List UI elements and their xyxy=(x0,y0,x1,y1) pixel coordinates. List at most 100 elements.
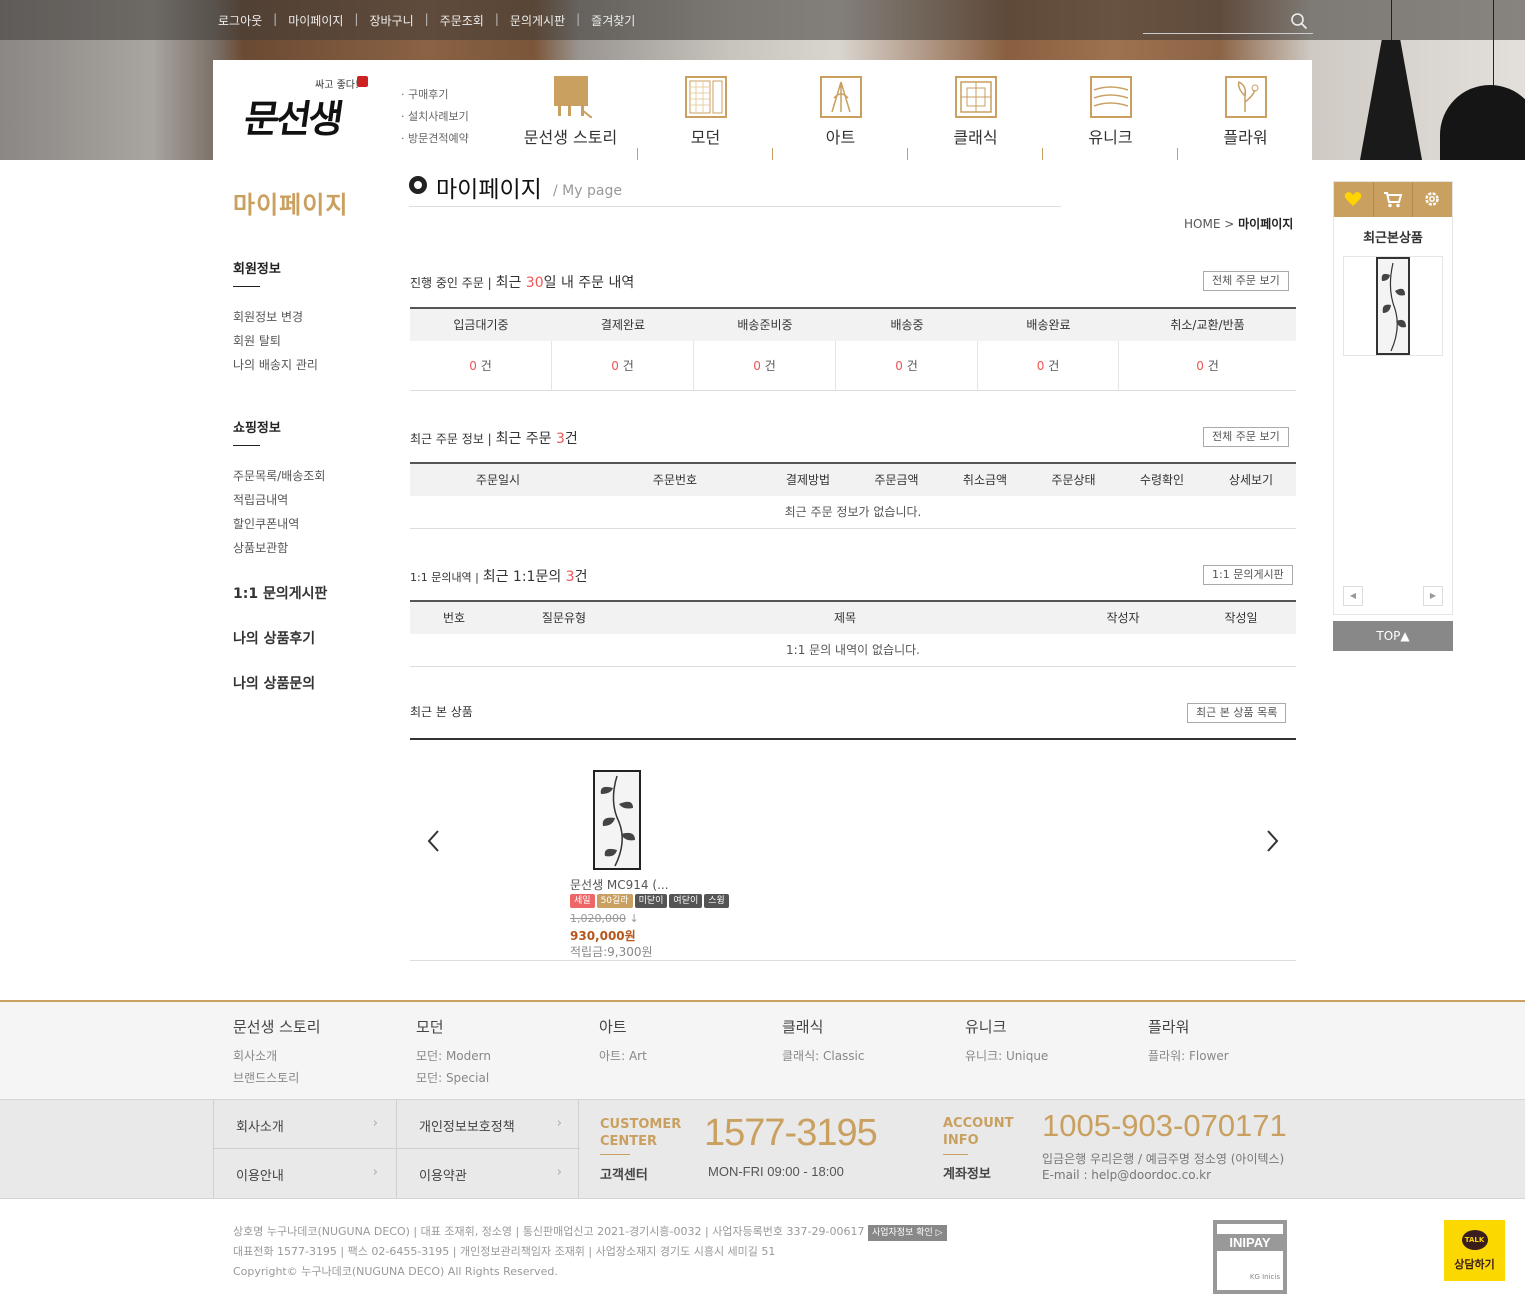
mypage-link[interactable]: 마이페이지 xyxy=(277,12,354,29)
sale-price: 930,000원 xyxy=(570,929,636,943)
count-cell[interactable]: 0 건 xyxy=(836,341,978,390)
category-label: 유니크 xyxy=(1088,128,1133,147)
site-logo[interactable]: 싸고 좋다! 문선생 xyxy=(241,74,370,144)
category-flower[interactable]: 플라워 xyxy=(1178,60,1313,160)
product-name[interactable]: 문선생 MC914 (... xyxy=(570,876,669,893)
search-icon[interactable] xyxy=(1290,12,1308,30)
text: 건 xyxy=(564,431,578,447)
view-all-orders-button[interactable]: 전체 주문 보기 xyxy=(1203,271,1289,291)
slider-next-icon[interactable] xyxy=(1262,828,1282,854)
account-number: 1005-903-070171 xyxy=(1042,1108,1287,1143)
wishlist-tab[interactable] xyxy=(1334,182,1374,217)
shop-section: 쇼핑정보 주문목록/배송조회 적립금내역 할인쿠폰내역 상품보관함 xyxy=(233,417,383,560)
footer-link[interactable]: 브랜드스토리 xyxy=(233,1067,321,1089)
company-text: 상호명 누구나데코(NUGUNA DECO) | 대표 조재휘, 정소영 | 통… xyxy=(233,1225,865,1238)
scroll-top-button[interactable]: TOP▲ xyxy=(1333,621,1453,651)
coupon-link[interactable]: 할인쿠폰내역 xyxy=(233,512,383,536)
footer-col-title[interactable]: 아트 xyxy=(599,1016,647,1037)
bookmark-link[interactable]: 즐겨찾기 xyxy=(580,12,646,29)
footer-link[interactable]: 플라워: Flower xyxy=(1148,1045,1229,1067)
footer-terms-link[interactable]: 이용약관 › xyxy=(397,1149,580,1198)
footer-privacy-link[interactable]: 개인정보보호정책 › xyxy=(397,1100,580,1149)
phone-number: 1577-3195 xyxy=(704,1112,878,1154)
footer-link[interactable]: 유니크: Unique xyxy=(965,1045,1048,1067)
inquiry-board-button[interactable]: 1:1 문의게시판 xyxy=(1203,565,1293,585)
col-header: 배송완료 xyxy=(1026,318,1071,332)
footer-col-title[interactable]: 클래식 xyxy=(782,1016,864,1037)
visit-estimate-link[interactable]: · 방문견적예약 xyxy=(401,128,469,150)
footer-link[interactable]: 회사소개 xyxy=(233,1045,321,1067)
category-classic[interactable]: 클래식 xyxy=(908,60,1043,160)
review-link[interactable]: · 구매후기 xyxy=(401,84,469,106)
breadcrumb-home[interactable]: HOME xyxy=(1184,217,1220,231)
days-count: 30 xyxy=(525,275,544,291)
address-manage-link[interactable]: 나의 배송지 관리 xyxy=(233,353,383,377)
search-input[interactable] xyxy=(1143,33,1313,34)
count-cell[interactable]: 0 건 xyxy=(410,341,552,390)
footer-guide-link[interactable]: 이용안내 › xyxy=(214,1149,397,1198)
category-story[interactable]: 문선생 스토리 xyxy=(503,60,638,160)
kakao-chat-button[interactable]: TALK 상담하기 xyxy=(1444,1220,1505,1281)
business-info-button[interactable]: 사업자정보 확인 ▷ xyxy=(867,1225,947,1241)
price-old-row: 1,020,000 ↓ xyxy=(570,912,639,925)
footer-link[interactable]: 모던: Modern xyxy=(416,1045,491,1067)
viewed-list-button[interactable]: 최근 본 상품 목록 xyxy=(1187,703,1287,723)
section-label: 1:1 문의내역 | xyxy=(410,571,479,584)
count-cell[interactable]: 0 건 xyxy=(1119,341,1296,390)
points-link[interactable]: 적립금내역 xyxy=(233,488,383,512)
install-cases-link[interactable]: · 설치사례보기 xyxy=(401,106,469,128)
footer-col-title[interactable]: 모던 xyxy=(416,1016,491,1037)
inquiry-board-sidebar-link[interactable]: 1:1 문의게시판 xyxy=(233,572,383,617)
my-product-questions-link[interactable]: 나의 상품문의 xyxy=(233,662,383,707)
empty-message: 1:1 문의 내역이 없습니다. xyxy=(786,643,920,657)
slider-prev-icon[interactable] xyxy=(424,828,444,854)
inquiry-board-link[interactable]: 문의게시판 xyxy=(499,12,576,29)
footer-col-flower: 플라워 플라워: Flower xyxy=(1148,1016,1229,1067)
panel-prev-button[interactable]: ◀ xyxy=(1343,586,1363,606)
footer-link[interactable]: 클래식: Classic xyxy=(782,1045,864,1067)
product-image[interactable] xyxy=(593,770,641,870)
label-line: INFO xyxy=(943,1133,979,1148)
title-circle-icon xyxy=(409,176,427,194)
link-label: 개인정보보호정책 xyxy=(419,1120,515,1135)
label-line: CUSTOMER xyxy=(600,1117,682,1132)
col-header: 질문유형 xyxy=(541,611,587,625)
footer-col-title[interactable]: 문선생 스토리 xyxy=(233,1016,321,1037)
category-modern[interactable]: 모던 xyxy=(638,60,773,160)
section-label: 최근 주문 정보 | xyxy=(410,432,492,446)
category-unique[interactable]: 유니크 xyxy=(1043,60,1178,160)
cart-link[interactable]: 장바구니 xyxy=(358,12,424,29)
count-cell[interactable]: 0 건 xyxy=(552,341,694,390)
recent-orders-table: 주문일시 주문번호 결제방법 주문금액 취소금액 주문상태 수령확인 상세보기 … xyxy=(410,462,1296,529)
count-cell[interactable]: 0 건 xyxy=(694,341,836,390)
view-all-orders-button[interactable]: 전체 주문 보기 xyxy=(1203,427,1289,447)
footer-company-link[interactable]: 회사소개 › xyxy=(214,1100,397,1149)
logout-link[interactable]: 로그아웃 xyxy=(218,12,273,29)
logo-stamp-icon xyxy=(357,76,368,87)
cart-tab[interactable] xyxy=(1374,182,1414,217)
count-cell[interactable]: 0 건 xyxy=(978,341,1119,390)
text: 최근 xyxy=(495,275,526,291)
link-label: 이용약관 xyxy=(419,1169,467,1184)
order-list-link[interactable]: 주문목록/배송조회 xyxy=(233,464,383,488)
order-lookup-link[interactable]: 주문조회 xyxy=(429,12,495,29)
withdraw-link[interactable]: 회원 탈퇴 xyxy=(233,329,383,353)
text: 최근 주문 xyxy=(495,431,556,447)
footer-link[interactable]: 모던: Special xyxy=(416,1067,491,1089)
category-art[interactable]: 아트 xyxy=(773,60,908,160)
empty-message: 최근 주문 정보가 없습니다. xyxy=(784,505,922,519)
edit-member-link[interactable]: 회원정보 변경 xyxy=(233,305,383,329)
footer-link[interactable]: 아트: Art xyxy=(599,1045,647,1067)
footer-col-title[interactable]: 유니크 xyxy=(965,1016,1048,1037)
my-reviews-link[interactable]: 나의 상품후기 xyxy=(233,617,383,662)
settings-tab[interactable] xyxy=(1413,182,1452,217)
footer-col-title[interactable]: 플라워 xyxy=(1148,1016,1229,1037)
count: 3 xyxy=(555,431,565,447)
col-header: 배송준비중 xyxy=(737,318,793,332)
footer-col-classic: 클래식 클래식: Classic xyxy=(782,1016,864,1067)
empty-row: 1:1 문의 내역이 없습니다. xyxy=(410,634,1296,667)
wishlist-link[interactable]: 상품보관함 xyxy=(233,536,383,560)
quick-panel-tabs xyxy=(1334,182,1452,217)
panel-next-button[interactable]: ▶ xyxy=(1423,586,1443,606)
recent-viewed-thumb[interactable] xyxy=(1343,256,1443,356)
